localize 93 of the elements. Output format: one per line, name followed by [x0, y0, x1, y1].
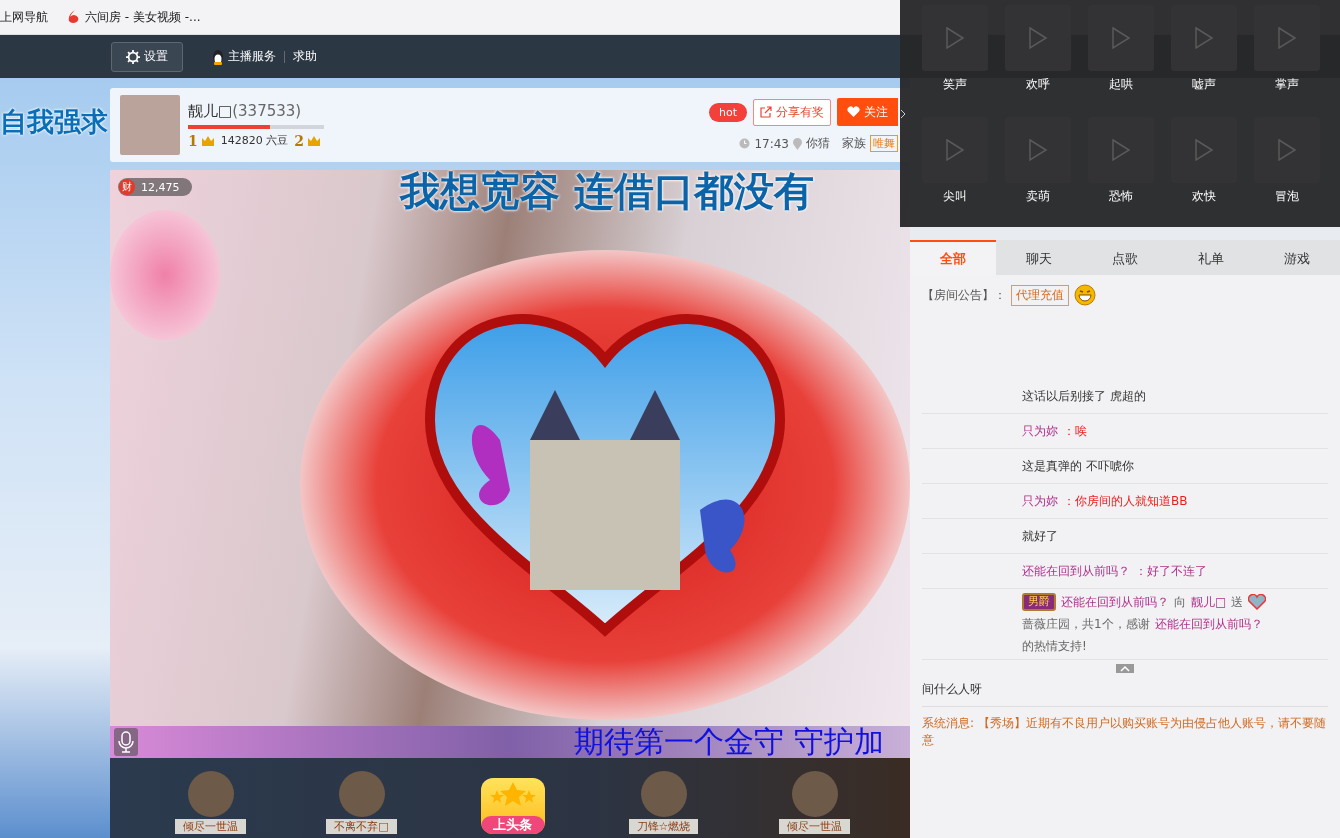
sound-effect-label: 掌声 [1275, 76, 1299, 93]
chat-text: 靓儿□ [1191, 594, 1227, 611]
play-button[interactable] [1005, 117, 1071, 183]
chat-text: 的热情支持! [1022, 638, 1087, 655]
play-icon [1194, 26, 1214, 50]
family-badge: 唯舞 [870, 135, 898, 152]
clock-icon [739, 138, 751, 149]
guardian-name: 倾尽一世温 [175, 819, 246, 834]
danmaku-text: 自我强求 [0, 105, 108, 139]
chat-text: ：唉 [1063, 423, 1087, 440]
chat-text: ：你房间的人就知道BB [1063, 493, 1188, 510]
ticker-text: 期待第一个金守 守护加 [574, 722, 884, 758]
chat-text: 还能在回到从前吗？ [1154, 616, 1263, 633]
chat-text: 只为妳 [1022, 493, 1058, 510]
sound-effect-label: 笑声 [943, 76, 967, 93]
bookmark-link[interactable]: 六间房 - 美女视频 -... [85, 8, 201, 26]
play-icon [1028, 26, 1048, 50]
collapse-handle[interactable] [1116, 664, 1134, 673]
location-pin-icon [793, 137, 802, 150]
play-icon [1111, 138, 1131, 162]
wealth-icon: 财 [119, 179, 135, 195]
penguin-icon [211, 48, 225, 65]
chat-text: ：好了不连了 [1135, 563, 1207, 580]
family-label: 家族 [842, 135, 866, 152]
sound-effect-label: 恐怖 [1109, 188, 1133, 205]
avatar-placeholder [120, 95, 180, 155]
bookmark-link[interactable]: 上网导航 [0, 8, 48, 26]
sound-effect-label: 欢快 [1192, 188, 1216, 205]
grin-emoji-icon [1074, 284, 1096, 306]
chat-text: 就好了 [1022, 528, 1058, 545]
play-button[interactable] [1254, 117, 1320, 183]
crown-icon [200, 134, 215, 147]
chat-text: 向 [1174, 594, 1186, 611]
microphone-icon[interactable] [114, 728, 138, 756]
guardian-name: 倾尽一世温 [779, 819, 850, 834]
play-button[interactable] [922, 117, 988, 183]
overlay-caption: 我想宽容 连借口都没有 [400, 170, 814, 216]
site-logo-icon [66, 9, 80, 25]
sound-effect-label: 冒泡 [1275, 188, 1299, 205]
play-icon [1028, 138, 1048, 162]
room-id: (337533) [232, 101, 302, 120]
play-icon [1277, 138, 1297, 162]
share-icon [760, 106, 772, 118]
help-link[interactable]: 求助 [293, 48, 317, 65]
chat-text: 还能在回到从前吗？ [1061, 594, 1169, 611]
guardian-name: 不离不弃□ [326, 819, 397, 834]
play-icon [945, 138, 965, 162]
anchor-service-link[interactable]: 主播服务 [228, 48, 276, 65]
guardian-name: 刀锋☆燃烧 [628, 819, 699, 834]
host-name: 靓儿□ [188, 101, 233, 120]
play-icon [945, 26, 965, 50]
hot-badge: hot [709, 102, 747, 122]
sound-effect-label: 起哄 [1109, 76, 1133, 93]
rank-level: 1 [188, 132, 198, 149]
chat-text: 这是真弹的 不吓唬你 [1022, 458, 1134, 475]
guardian-avatar[interactable] [187, 771, 234, 817]
settings-icon [126, 49, 140, 64]
guardian-avatar[interactable] [791, 771, 838, 817]
play-icon [1194, 138, 1214, 162]
heart-icon [847, 106, 860, 118]
heart-gift-icon [1248, 594, 1267, 610]
play-button[interactable] [1171, 117, 1237, 183]
live-time: 17:43 [754, 136, 789, 151]
sound-effect-label: 欢呼 [1026, 76, 1050, 93]
settings-button[interactable]: 设置 [111, 41, 183, 72]
chat-tab[interactable]: 点歌 [1082, 240, 1168, 275]
sound-effect-label: 尖叫 [943, 188, 967, 205]
viewer-count: 12,475 [141, 180, 180, 194]
play-icon [1277, 26, 1297, 50]
play-button[interactable] [1088, 117, 1154, 183]
chat-text: 送 [1231, 594, 1244, 611]
rank-badge: 男爵 [1022, 593, 1056, 611]
chat-text: 这话以后别接了 虎超的 [1022, 388, 1146, 405]
chat-message: 系统消息: 【秀场】近期有不良用户以购买账号为由侵占他人账号，请不要随意 [922, 715, 1327, 749]
crown-icon [307, 134, 321, 147]
chat-text: 蔷薇庄园，共1个，感谢 [1022, 616, 1150, 633]
beans-count: 142820 六豆 [220, 133, 289, 148]
sound-effect-label: 嘘声 [1192, 76, 1216, 93]
headline-button[interactable]: 上头条 [480, 778, 545, 834]
chat-text: 还能在回到从前吗？ [1022, 563, 1130, 580]
play-icon [1111, 26, 1131, 50]
chat-tab[interactable]: 游戏 [1254, 240, 1340, 275]
guardian-avatar[interactable] [338, 771, 385, 817]
share-button[interactable]: 分享有奖 [753, 98, 831, 126]
chat-text: 只为妳 [1022, 423, 1058, 440]
chat-tab[interactable]: 礼单 [1168, 240, 1254, 275]
chat-tab[interactable]: 聊天 [996, 240, 1082, 275]
rank-level: 2 [294, 132, 304, 149]
sound-effect-label: 卖萌 [1026, 188, 1050, 205]
location-text: 你猜 [806, 135, 830, 152]
guardian-avatar[interactable] [640, 771, 687, 817]
chat-message: 间什么人呀 [922, 673, 1328, 707]
announcement-label: 【房间公告】： [922, 286, 1006, 304]
